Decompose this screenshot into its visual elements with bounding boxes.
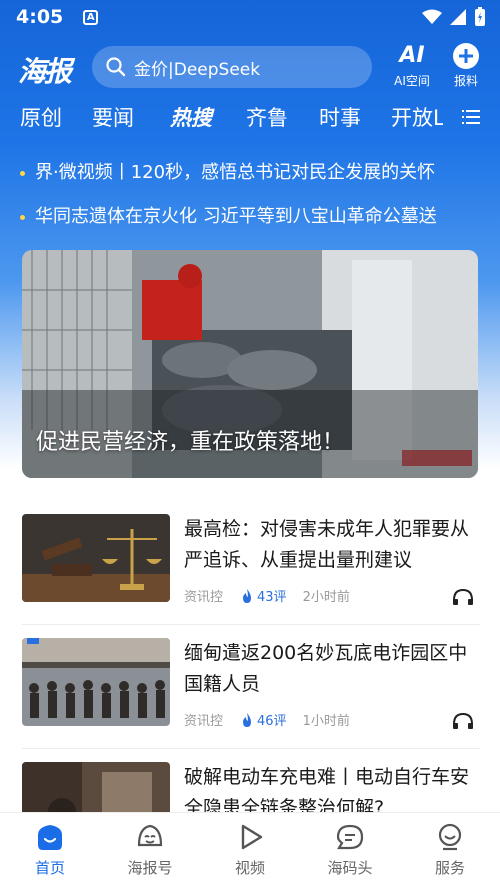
hero-caption: 促进民营经济，重在政策落地！ bbox=[36, 430, 345, 455]
news-title: 最高检：对侵害未成年人犯罪要从严追诉、从重提出量刑建议 bbox=[184, 518, 470, 571]
comment-text: 46评 bbox=[257, 714, 287, 729]
tab-hot-search[interactable]: 热搜 bbox=[170, 102, 212, 132]
search-input[interactable]: 金价|DeepSeek bbox=[92, 46, 372, 88]
bullet-icon bbox=[20, 170, 25, 176]
tab-headlines[interactable]: 要闻 bbox=[92, 102, 134, 136]
news-source: 资讯控 bbox=[184, 590, 224, 605]
status-icons bbox=[422, 7, 486, 27]
chat-icon bbox=[336, 824, 364, 850]
headphones-icon[interactable] bbox=[452, 712, 474, 730]
ai-space-button[interactable]: AI AI空间 bbox=[386, 42, 438, 92]
news-title: 缅甸遣返200名妙瓦底电诈园区中国籍人员 bbox=[184, 642, 468, 695]
ticker-item[interactable]: 界·微视频丨120秒，感悟总书记对民企发展的关怀 bbox=[20, 158, 500, 184]
flame-icon bbox=[243, 588, 252, 603]
tab-original[interactable]: 原创 bbox=[20, 102, 62, 132]
tab-opening[interactable]: 开放L bbox=[391, 102, 443, 132]
news-time: 2小时前 bbox=[302, 590, 350, 605]
divider bbox=[22, 624, 480, 625]
news-thumbnail bbox=[22, 514, 170, 602]
report-label: 报料 bbox=[453, 74, 478, 88]
app-logo: 海报 bbox=[18, 55, 72, 88]
news-meta: 资讯控 43评 2小时前 bbox=[184, 586, 350, 605]
play-icon bbox=[241, 824, 263, 850]
battery-icon bbox=[475, 7, 485, 26]
comment-count: 46评 bbox=[241, 710, 287, 729]
search-icon bbox=[106, 57, 126, 77]
plus-circle-icon bbox=[453, 43, 479, 69]
ticker-item[interactable]: 华同志遗体在京火化 习近平等到八宝山革命公墓送 bbox=[20, 202, 500, 228]
nav-services[interactable]: 服务 bbox=[400, 813, 500, 888]
news-thumbnail bbox=[22, 638, 170, 726]
news-time: 1小时前 bbox=[302, 714, 350, 729]
nav-label: 海码头 bbox=[327, 859, 373, 877]
nav-haibao-account[interactable]: 海报号 bbox=[100, 813, 200, 888]
flame-icon bbox=[243, 712, 252, 727]
nav-haimatou[interactable]: 海码头 bbox=[300, 813, 400, 888]
app-header: 海报 金价|DeepSeek AI AI空间 报料 bbox=[0, 42, 500, 94]
nav-label: 海报号 bbox=[127, 859, 173, 877]
nav-home[interactable]: 首页 bbox=[0, 813, 100, 888]
wifi-icon bbox=[422, 9, 442, 24]
comment-count: 43评 bbox=[241, 586, 287, 605]
face-icon bbox=[137, 824, 163, 847]
divider bbox=[22, 748, 480, 749]
tab-qilu[interactable]: 齐鲁 bbox=[246, 102, 288, 132]
notification-badge-icon: A bbox=[83, 9, 99, 25]
status-time: 4:05 bbox=[16, 6, 64, 28]
news-item[interactable]: 最高检：对侵害未成年人犯罪要从严追诉、从重提出量刑建议 资讯控 43评 2小时前 bbox=[22, 514, 480, 614]
news-source: 资讯控 bbox=[184, 714, 224, 729]
report-button[interactable]: 报料 bbox=[440, 42, 492, 92]
service-icon bbox=[438, 823, 462, 851]
news-item[interactable]: 缅甸遣返200名妙瓦底电诈园区中国籍人员 资讯控 46评 1小时前 bbox=[22, 638, 480, 738]
ticker-text: 界·微视频丨120秒，感悟总书记对民企发展的关怀 bbox=[35, 162, 436, 183]
ticker-text: 华同志遗体在京火化 习近平等到八宝山革命公墓送 bbox=[35, 206, 437, 227]
hero-card[interactable]: 促进民营经济，重在政策落地！ bbox=[22, 250, 478, 478]
ai-space-label: AI空间 bbox=[394, 74, 430, 88]
nav-label: 服务 bbox=[434, 859, 465, 877]
nav-label: 视频 bbox=[234, 859, 265, 877]
ai-icon: AI bbox=[399, 43, 425, 68]
channel-tabs: 原创 要闻 热搜 齐鲁 时事 开放L bbox=[0, 98, 500, 138]
signal-icon bbox=[450, 9, 466, 25]
home-icon bbox=[38, 825, 62, 850]
tab-current-affairs[interactable]: 时事 bbox=[319, 102, 361, 132]
bullet-icon bbox=[20, 214, 25, 220]
status-bar: 4:05 A bbox=[0, 0, 500, 34]
comment-text: 43评 bbox=[257, 590, 287, 605]
news-title: 破解电动车充电难丨电动自行车安全隐患全链条整治何解? bbox=[184, 766, 470, 812]
bottom-nav: 首页 海报号 视频 海码头 服务 bbox=[0, 812, 500, 888]
menu-icon[interactable] bbox=[462, 110, 480, 124]
nav-label: 首页 bbox=[34, 859, 65, 877]
headphones-icon[interactable] bbox=[452, 588, 474, 606]
news-thumbnail bbox=[22, 762, 170, 812]
news-meta: 资讯控 46评 1小时前 bbox=[184, 710, 350, 729]
news-item[interactable]: 破解电动车充电难丨电动自行车安全隐患全链条整治何解? bbox=[22, 762, 480, 812]
search-text: 金价|DeepSeek bbox=[134, 59, 261, 80]
nav-video[interactable]: 视频 bbox=[200, 813, 300, 888]
